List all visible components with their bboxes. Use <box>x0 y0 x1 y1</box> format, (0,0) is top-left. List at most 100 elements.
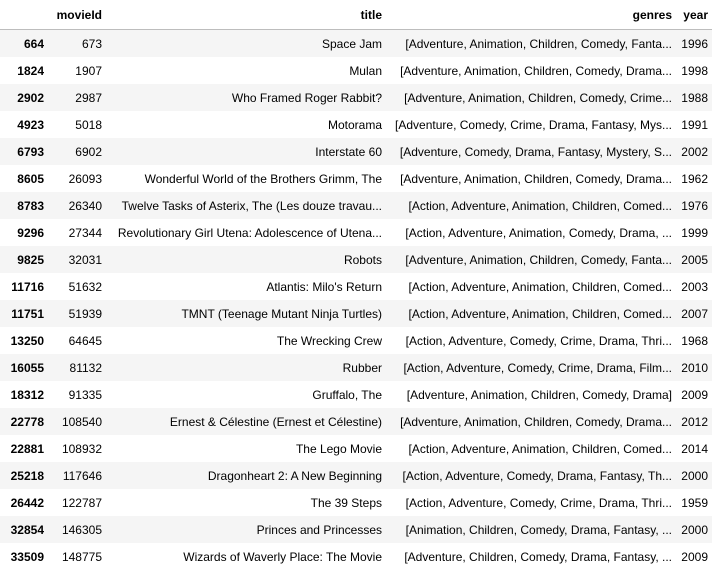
cell-index: 9825 <box>0 246 48 273</box>
cell-index: 32854 <box>0 516 48 543</box>
cell-title: TMNT (Teenage Mutant Ninja Turtles) <box>106 300 386 327</box>
cell-genres: [Adventure, Comedy, Crime, Drama, Fantas… <box>386 111 676 138</box>
cell-index: 2902 <box>0 84 48 111</box>
cell-movieid: 51939 <box>48 300 106 327</box>
cell-title: Princes and Princesses <box>106 516 386 543</box>
cell-year: 2003 <box>676 273 712 300</box>
cell-genres: [Adventure, Animation, Children, Comedy,… <box>386 165 676 192</box>
cell-index: 6793 <box>0 138 48 165</box>
cell-genres: [Action, Adventure, Animation, Comedy, D… <box>386 219 676 246</box>
cell-title: Mulan <box>106 57 386 84</box>
cell-title: Motorama <box>106 111 386 138</box>
cell-year: 1968 <box>676 327 712 354</box>
cell-title: Interstate 60 <box>106 138 386 165</box>
cell-title: Who Framed Roger Rabbit? <box>106 84 386 111</box>
cell-year: 2009 <box>676 381 712 408</box>
cell-movieid: 117646 <box>48 462 106 489</box>
cell-movieid: 2987 <box>48 84 106 111</box>
cell-movieid: 51632 <box>48 273 106 300</box>
cell-year: 2007 <box>676 300 712 327</box>
cell-movieid: 91335 <box>48 381 106 408</box>
cell-title: Atlantis: Milo's Return <box>106 273 386 300</box>
cell-movieid: 64645 <box>48 327 106 354</box>
cell-genres: [Adventure, Animation, Children, Comedy,… <box>386 381 676 408</box>
cell-year: 1996 <box>676 30 712 58</box>
table-row: 1171651632Atlantis: Milo's Return[Action… <box>0 273 712 300</box>
table-row: 929627344Revolutionary Girl Utena: Adole… <box>0 219 712 246</box>
cell-index: 13250 <box>0 327 48 354</box>
header-index <box>0 0 48 30</box>
cell-movieid: 673 <box>48 30 106 58</box>
cell-index: 26442 <box>0 489 48 516</box>
cell-genres: [Action, Adventure, Animation, Children,… <box>386 435 676 462</box>
cell-movieid: 1907 <box>48 57 106 84</box>
cell-year: 2014 <box>676 435 712 462</box>
cell-genres: [Action, Adventure, Comedy, Crime, Drama… <box>386 327 676 354</box>
cell-genres: [Animation, Children, Comedy, Drama, Fan… <box>386 516 676 543</box>
cell-genres: [Adventure, Comedy, Drama, Fantasy, Myst… <box>386 138 676 165</box>
cell-title: Rubber <box>106 354 386 381</box>
table-row: 1325064645The Wrecking Crew[Action, Adve… <box>0 327 712 354</box>
cell-title: The Lego Movie <box>106 435 386 462</box>
cell-index: 1824 <box>0 57 48 84</box>
table-row: 1175151939TMNT (Teenage Mutant Ninja Tur… <box>0 300 712 327</box>
cell-genres: [Adventure, Animation, Children, Comedy,… <box>386 57 676 84</box>
cell-index: 18312 <box>0 381 48 408</box>
cell-title: Robots <box>106 246 386 273</box>
cell-genres: [Action, Adventure, Animation, Children,… <box>386 273 676 300</box>
cell-year: 2000 <box>676 516 712 543</box>
header-year: year <box>676 0 712 30</box>
cell-genres: [Action, Adventure, Animation, Children,… <box>386 300 676 327</box>
cell-genres: [Adventure, Children, Comedy, Drama, Fan… <box>386 543 676 570</box>
cell-index: 22778 <box>0 408 48 435</box>
cell-title: Twelve Tasks of Asterix, The (Les douze … <box>106 192 386 219</box>
cell-year: 1998 <box>676 57 712 84</box>
cell-movieid: 26340 <box>48 192 106 219</box>
table-header: movieId title genres year <box>0 0 712 30</box>
cell-title: Wizards of Waverly Place: The Movie <box>106 543 386 570</box>
header-genres: genres <box>386 0 676 30</box>
cell-index: 11751 <box>0 300 48 327</box>
table-row: 22778108540Ernest & Célestine (Ernest et… <box>0 408 712 435</box>
cell-genres: [Action, Adventure, Animation, Children,… <box>386 192 676 219</box>
cell-genres: [Action, Adventure, Comedy, Crime, Drama… <box>386 489 676 516</box>
table-row: 1831291335Gruffalo, The[Adventure, Anima… <box>0 381 712 408</box>
cell-genres: [Adventure, Animation, Children, Comedy,… <box>386 408 676 435</box>
cell-year: 2000 <box>676 462 712 489</box>
cell-title: Dragonheart 2: A New Beginning <box>106 462 386 489</box>
cell-year: 1991 <box>676 111 712 138</box>
cell-year: 1988 <box>676 84 712 111</box>
cell-index: 11716 <box>0 273 48 300</box>
cell-title: The Wrecking Crew <box>106 327 386 354</box>
cell-movieid: 148775 <box>48 543 106 570</box>
table-row: 29022987Who Framed Roger Rabbit?[Adventu… <box>0 84 712 111</box>
dataframe-table: movieId title genres year 664673Space Ja… <box>0 0 712 570</box>
cell-index: 664 <box>0 30 48 58</box>
cell-genres: [Adventure, Animation, Children, Comedy,… <box>386 246 676 273</box>
header-movieid: movieId <box>48 0 106 30</box>
header-row: movieId title genres year <box>0 0 712 30</box>
cell-movieid: 108540 <box>48 408 106 435</box>
cell-index: 16055 <box>0 354 48 381</box>
cell-title: Gruffalo, The <box>106 381 386 408</box>
cell-genres: [Adventure, Animation, Children, Comedy,… <box>386 30 676 58</box>
cell-year: 1959 <box>676 489 712 516</box>
cell-year: 2005 <box>676 246 712 273</box>
cell-movieid: 32031 <box>48 246 106 273</box>
cell-title: Wonderful World of the Brothers Grimm, T… <box>106 165 386 192</box>
cell-year: 2010 <box>676 354 712 381</box>
cell-year: 1976 <box>676 192 712 219</box>
cell-title: Ernest & Célestine (Ernest et Célestine) <box>106 408 386 435</box>
cell-movieid: 108932 <box>48 435 106 462</box>
cell-year: 1999 <box>676 219 712 246</box>
cell-year: 2009 <box>676 543 712 570</box>
cell-index: 8605 <box>0 165 48 192</box>
table-row: 22881108932The Lego Movie[Action, Advent… <box>0 435 712 462</box>
table-row: 1605581132Rubber[Action, Adventure, Come… <box>0 354 712 381</box>
cell-movieid: 26093 <box>48 165 106 192</box>
cell-movieid: 6902 <box>48 138 106 165</box>
cell-title: Revolutionary Girl Utena: Adolescence of… <box>106 219 386 246</box>
table-row: 26442122787The 39 Steps[Action, Adventur… <box>0 489 712 516</box>
table-row: 49235018Motorama[Adventure, Comedy, Crim… <box>0 111 712 138</box>
cell-year: 2012 <box>676 408 712 435</box>
